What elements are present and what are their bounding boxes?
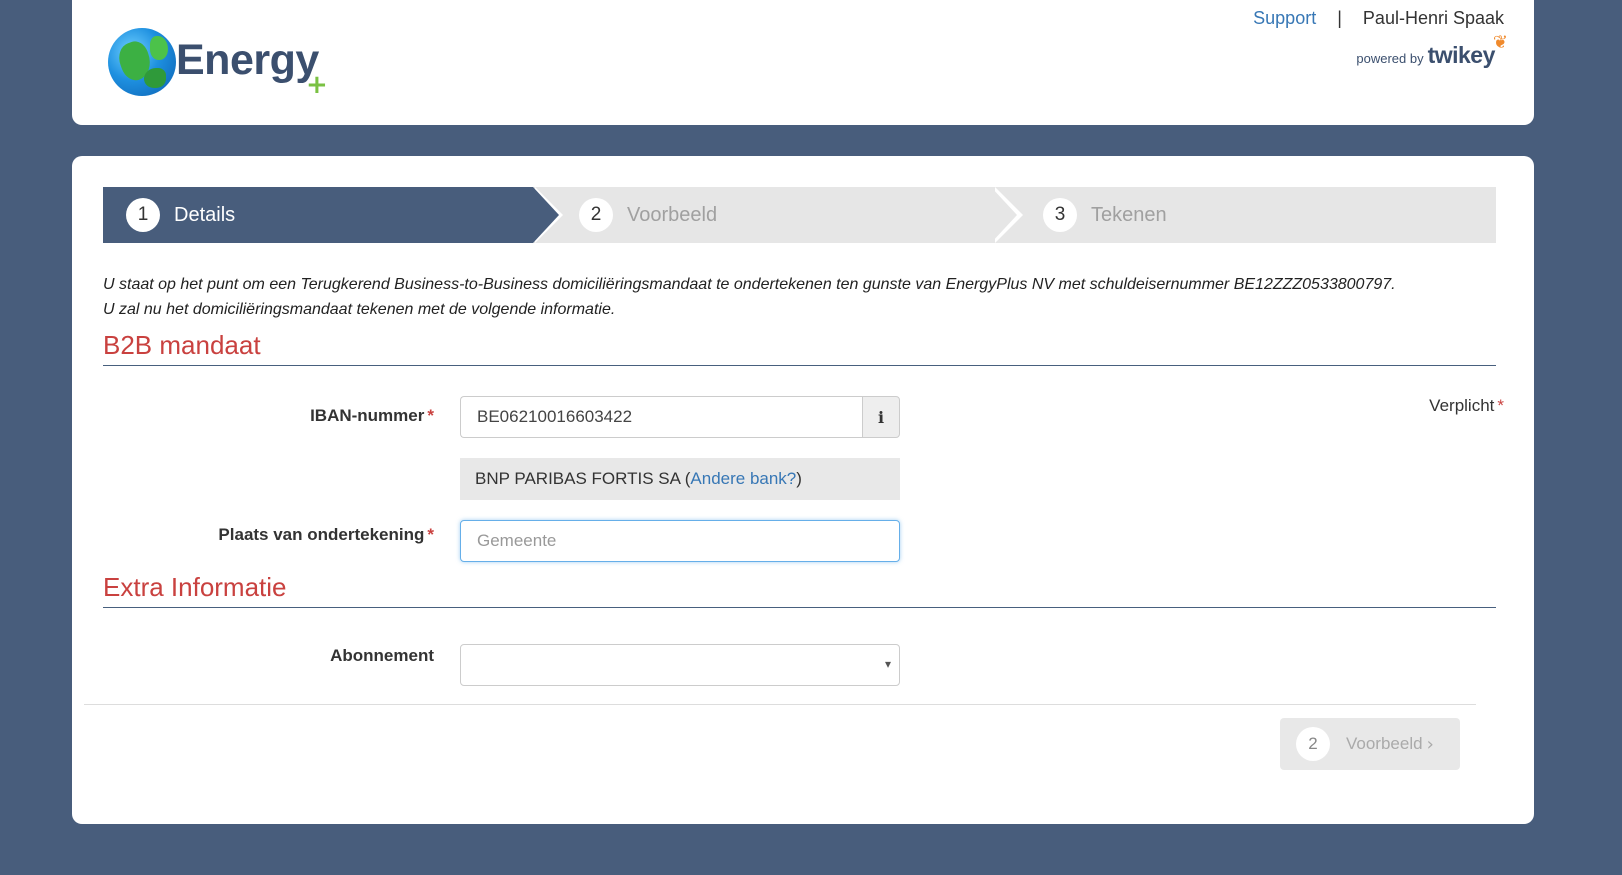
subscription-label: Abonnement xyxy=(330,646,434,665)
bank-info: BNP PARIBAS FORTIS SA (Andere bank?) xyxy=(460,458,900,500)
wizard-step-tekenen[interactable]: 3 Tekenen xyxy=(1023,187,1167,243)
step-number: 1 xyxy=(126,198,160,232)
next-step-label: Voorbeeld xyxy=(1346,734,1423,753)
top-links: Support | Paul-Henri Spaak xyxy=(1253,8,1504,29)
wizard-steps: 1 Details 2 Voorbeeld 3 Tekenen xyxy=(103,187,1496,243)
wizard-step-details[interactable]: 1 Details xyxy=(103,187,533,243)
chevron-down-icon: ▾ xyxy=(884,657,891,671)
logo-text: Energy xyxy=(176,36,319,84)
place-input[interactable] xyxy=(460,520,900,562)
iban-input[interactable] xyxy=(460,396,862,438)
bank-name: BNP PARIBAS FORTIS SA ( xyxy=(475,469,691,488)
bank-close-paren: ) xyxy=(796,469,802,488)
main-card: 1 Details 2 Voorbeeld 3 Tekenen U staat … xyxy=(72,156,1534,824)
step-label: Details xyxy=(174,203,236,226)
wizard-step-voorbeeld[interactable]: 2 Voorbeeld xyxy=(559,187,717,243)
iban-label: IBAN-nummer * xyxy=(310,406,434,425)
intro-text: U staat op het punt om een Terugkerend B… xyxy=(103,276,1396,318)
powered-by-twikey: powered by twikey ❦ xyxy=(1356,32,1508,69)
chevron-right-icon: › xyxy=(1426,733,1434,755)
subscription-select[interactable]: ▾ xyxy=(460,644,900,686)
energyplus-logo[interactable]: Energy + xyxy=(108,28,348,98)
next-step-button[interactable]: 2 Voorbeeld › xyxy=(1280,718,1460,770)
required-note: Verplicht * xyxy=(1429,396,1504,415)
section-title-b2b-mandate: B2B mandaat xyxy=(103,330,1496,366)
step-number: 3 xyxy=(1043,198,1077,232)
footer-divider xyxy=(84,704,1476,705)
step-arrow xyxy=(991,187,1017,243)
step-number: 2 xyxy=(1296,727,1330,761)
other-bank-link[interactable]: Andere bank? xyxy=(690,469,796,489)
globe-icon xyxy=(108,28,176,96)
section-title-extra-info: Extra Informatie xyxy=(103,572,1496,608)
butterfly-icon: ❦ xyxy=(1492,32,1508,52)
header-card: Energy + Support | Paul-Henri Spaak powe… xyxy=(72,0,1534,125)
logo-plus-icon: + xyxy=(306,70,328,100)
place-label: Plaats van ondertekening * xyxy=(218,525,434,544)
step-label: Tekenen xyxy=(1091,203,1167,226)
step-number: 2 xyxy=(579,198,613,232)
support-link[interactable]: Support xyxy=(1253,8,1316,28)
link-separator: | xyxy=(1337,8,1342,28)
step-label: Voorbeeld xyxy=(627,203,718,226)
step-arrow-active xyxy=(533,187,559,243)
info-icon[interactable]: i xyxy=(862,396,900,438)
twikey-brand: twikey xyxy=(1427,42,1496,68)
user-name: Paul-Henri Spaak xyxy=(1362,8,1504,28)
powered-by-text: powered by xyxy=(1356,51,1424,66)
iban-input-group: i xyxy=(460,396,900,438)
